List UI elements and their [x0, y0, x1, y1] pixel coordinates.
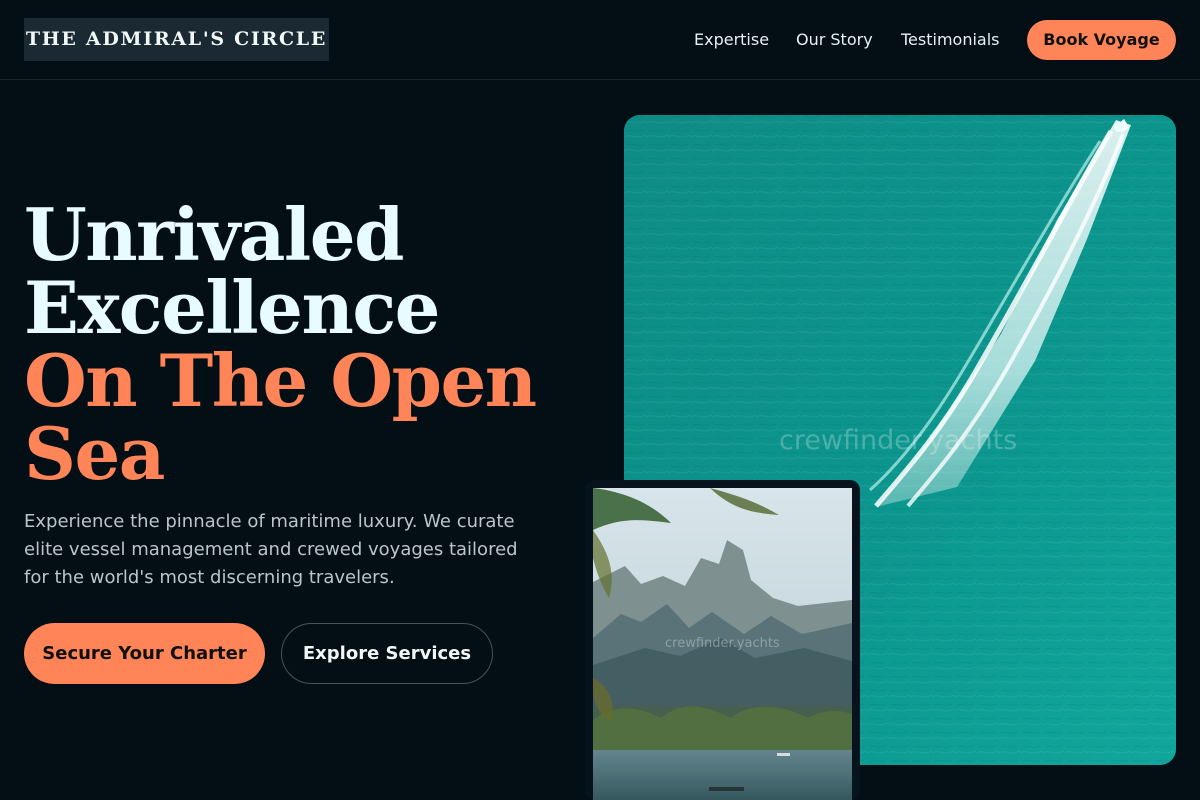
hero-title-line-2: Excellence [24, 265, 440, 350]
hero-accent-line-1: On The Open [24, 338, 537, 423]
nav-link-expertise[interactable]: Expertise [694, 30, 769, 50]
hero-title-line-1: Unrivaled [24, 192, 404, 277]
mountain-image-watermark: crewfinder.yachts [665, 636, 780, 651]
ocean-image-watermark: crewfinder.yachts [779, 425, 1018, 456]
explore-services-button[interactable]: Explore Services [281, 623, 493, 684]
nav-link-testimonials[interactable]: Testimonials [901, 30, 1000, 50]
top-navigation: THE ADMIRAL'S CIRCLE Expertise Our Story… [0, 0, 1200, 80]
mountain-lake-image: crewfinder.yachts [593, 488, 852, 800]
hero-description: Experience the pinnacle of maritime luxu… [24, 511, 518, 588]
nav-link-our-story[interactable]: Our Story [796, 30, 873, 50]
secure-charter-button[interactable]: Secure Your Charter [24, 623, 265, 684]
brand-logo[interactable]: THE ADMIRAL'S CIRCLE [24, 18, 329, 61]
book-voyage-button[interactable]: Book Voyage [1027, 20, 1176, 60]
mountain-photo-card: crewfinder.yachts [585, 480, 860, 800]
hero-accent-line-2: Sea [24, 411, 165, 496]
hero-headline: Unrivaled Excellence On The Open Sea [24, 198, 544, 490]
